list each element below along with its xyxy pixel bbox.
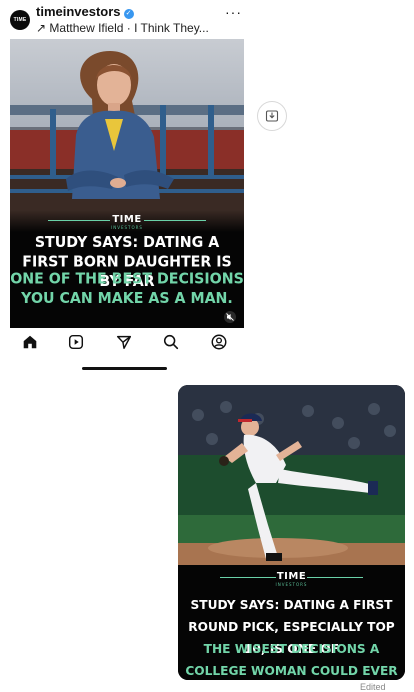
post-header: TIME timeinvestors ✓ ↗ Matthew Ifield · I… bbox=[10, 2, 414, 38]
audio-attribution-text[interactable]: Matthew Ifield · I Think They... bbox=[49, 21, 208, 35]
save-to-collection-icon bbox=[265, 110, 279, 122]
edited-label: Edited bbox=[360, 682, 386, 692]
shared-post-caption-overlay: TIME INVESTORS STUDY SAYS: DATING A FIRS… bbox=[178, 565, 405, 680]
headline-green: ONE OF THE BEST DECISIONS YOU CAN MAKE A… bbox=[10, 270, 244, 308]
brand-name: TIME bbox=[112, 214, 142, 225]
brand-sub: INVESTORS bbox=[111, 225, 143, 230]
save-to-collection-button[interactable] bbox=[257, 101, 287, 131]
audio-attribution[interactable]: ↗ Matthew Ifield · I Think They... bbox=[36, 21, 209, 35]
nav-search[interactable] bbox=[161, 332, 181, 352]
brand-logo: TIME INVESTORS bbox=[10, 214, 244, 230]
profile-icon bbox=[211, 334, 227, 350]
nav-reels[interactable] bbox=[66, 332, 86, 352]
post-caption-overlay: TIME INVESTORS STUDY SAYS: DATING A FIRS… bbox=[10, 210, 244, 328]
brand-sub: INVESTORS bbox=[275, 582, 308, 587]
shared-post-media[interactable]: TIME INVESTORS STUDY SAYS: DATING A FIRS… bbox=[178, 385, 405, 680]
mute-icon[interactable] bbox=[224, 311, 236, 323]
brand-logo: TIME INVESTORS bbox=[178, 571, 405, 587]
verified-badge-icon: ✓ bbox=[123, 9, 134, 19]
send-icon bbox=[116, 335, 132, 350]
username-text[interactable]: timeinvestors bbox=[36, 4, 121, 19]
bottom-nav bbox=[10, 330, 244, 354]
nav-home[interactable] bbox=[20, 332, 40, 352]
reels-icon bbox=[68, 334, 84, 350]
post-photo bbox=[10, 39, 244, 235]
more-options-button[interactable]: ··· bbox=[225, 4, 242, 20]
username[interactable]: timeinvestors ✓ bbox=[36, 4, 134, 19]
nav-send[interactable] bbox=[114, 332, 134, 352]
brand-name: TIME bbox=[276, 571, 307, 582]
home-indicator bbox=[82, 367, 167, 370]
shared-post-photo bbox=[178, 385, 405, 571]
account-avatar[interactable]: TIME bbox=[10, 10, 30, 30]
nav-profile[interactable] bbox=[209, 332, 229, 352]
home-icon bbox=[23, 335, 37, 349]
post-media[interactable]: TIME INVESTORS STUDY SAYS: DATING A FIRS… bbox=[10, 39, 244, 328]
headline-green: THE WISEST DECISIONS A COLLEGE WOMAN COU… bbox=[185, 642, 398, 678]
search-icon bbox=[163, 334, 179, 350]
arrow-icon: ↗ bbox=[36, 21, 47, 35]
